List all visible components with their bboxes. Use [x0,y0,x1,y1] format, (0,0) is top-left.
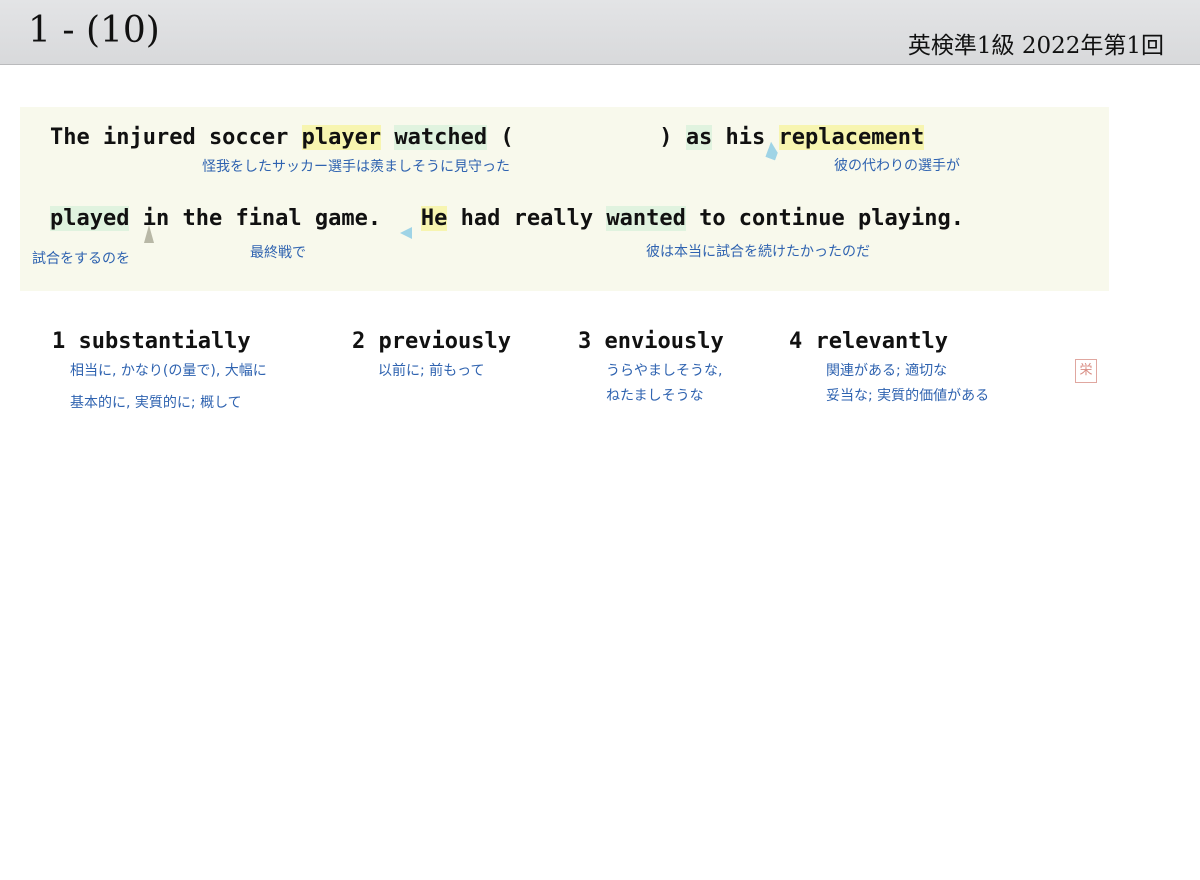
choice-1-gloss: 基本的に, 実質的に; 概して [70,395,242,411]
choice-3-gloss: ねたましそうな [606,388,704,404]
blank-parenthesis: ( ) [487,125,686,150]
slide-title: 1 - (10) [28,10,160,51]
highlight-played: played [50,206,130,231]
text-segment: had really [447,206,607,231]
choice-3-gloss: うらやましそうな, [606,363,723,379]
choice-1[interactable]: 1 substantially [52,329,251,354]
gloss-second-sentence: 彼は本当に試合を続けたかったのだ [646,244,870,260]
choice-2[interactable]: 2 previously [352,329,511,354]
text-segment [381,125,394,150]
highlight-wanted: wanted [606,206,686,231]
gloss-played: 試合をするのを [32,251,130,267]
highlight-watched: watched [394,125,488,150]
pointer-arrow-icon [400,227,412,239]
passage-box: The injured soccer player watched ( ) as… [20,107,1109,383]
choice-1-gloss: 相当に, かなり(の量で), 大幅に [70,363,267,379]
choice-4-gloss: 関連がある; 適切な [826,363,948,379]
choice-4[interactable]: 4 relevantly [789,329,948,354]
header-bar: 1 - (10) 英検準1級 2022年第1回 [0,0,1200,65]
choice-4-gloss: 妥当な; 実質的価値がある [826,388,990,404]
passage-line-1: The injured soccer player watched ( ) as… [50,125,925,150]
gloss-final-game: 最終戦で [250,245,306,261]
pointer-arrow-icon [144,225,154,243]
passage-line-2: played in the final game. He had really … [50,206,964,231]
choice-3[interactable]: 3 enviously [578,329,724,354]
text-segment: in the final game. [129,206,421,231]
highlight-as: as [685,125,713,150]
gloss-subject: 怪我をしたサッカー選手は羨ましそうに見守った [202,159,510,175]
gloss-replacement: 彼の代わりの選手が [834,158,960,174]
highlight-replacement: replacement [778,125,925,150]
text-segment: to continue playing. [685,206,964,231]
text-segment: The injured soccer [50,125,302,150]
highlight-he: He [420,206,448,231]
seal-stamp: 栄 [1075,359,1097,383]
exam-label: 英検準1級 2022年第1回 [907,33,1164,59]
highlight-player: player [301,125,382,150]
choice-2-gloss: 以前に; 前もって [378,363,485,379]
